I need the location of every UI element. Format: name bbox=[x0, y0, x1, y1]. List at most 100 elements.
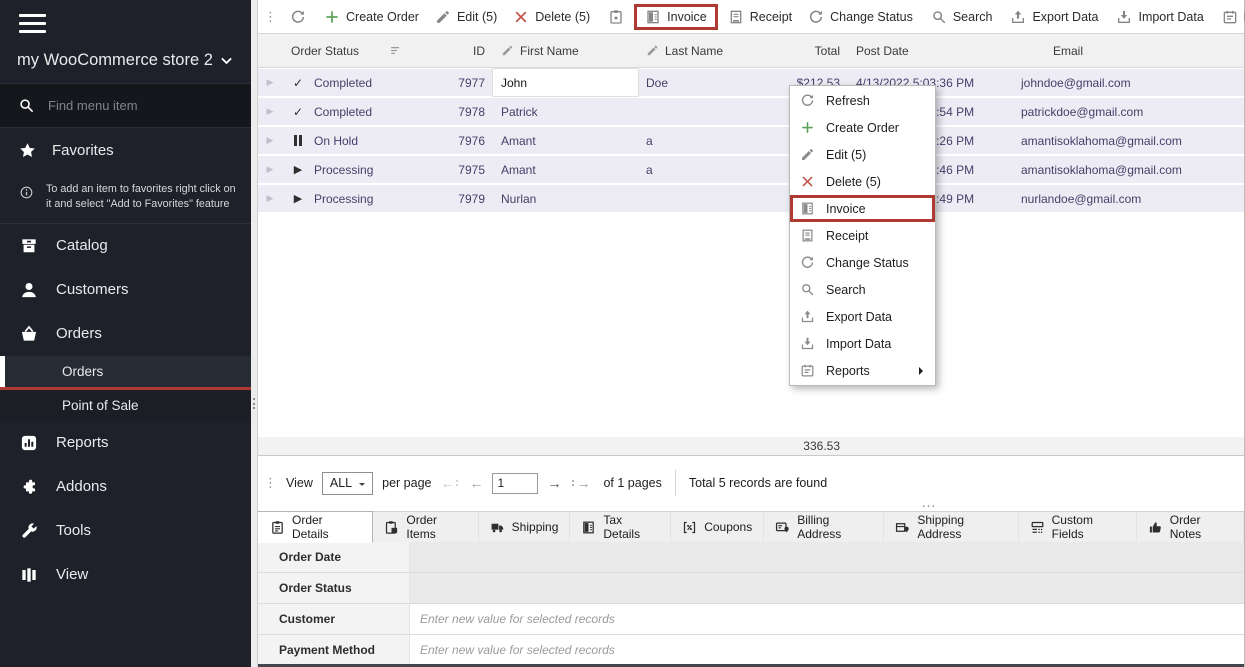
export-icon bbox=[1010, 9, 1026, 25]
prev-page-button[interactable]: ← bbox=[469, 475, 483, 491]
row-expander-icon[interactable]: ▶ bbox=[257, 127, 283, 154]
tab-custom-fields[interactable]: Custom Fields bbox=[1019, 512, 1137, 542]
tab-order-details[interactable]: Order Details bbox=[256, 511, 373, 543]
sidebar-item-catalog[interactable]: Catalog bbox=[0, 224, 251, 268]
store-selector[interactable]: my WooCommerce store 2 bbox=[0, 39, 251, 83]
pager-overflow-icon[interactable]: ⋮ bbox=[264, 475, 277, 491]
sidebar-item-customers[interactable]: Customers bbox=[0, 268, 251, 312]
next-page-button[interactable]: → bbox=[547, 475, 561, 491]
import-icon bbox=[800, 336, 815, 351]
menu-item-edit[interactable]: Edit (5) bbox=[790, 141, 935, 168]
reports-dropdown-button[interactable]: Reports bbox=[1214, 4, 1245, 30]
main-panel: ⋮ Create Order Edit (5) Delete (5) Invoi… bbox=[257, 0, 1245, 667]
order-status-field[interactable] bbox=[410, 573, 1244, 603]
sort-icon[interactable] bbox=[389, 44, 402, 57]
pager-bar: ⋮ View ALL per page ← ← → → of 1 pages T… bbox=[257, 468, 1244, 498]
table-row[interactable]: ▶ ✓Completed 7977 John Doe $212.53 4/13/… bbox=[257, 69, 1244, 96]
delete-button[interactable]: Delete (5) bbox=[505, 4, 598, 30]
sidebar-item-orders[interactable]: Orders bbox=[0, 312, 251, 356]
row-expander-icon[interactable]: ▶ bbox=[257, 98, 283, 125]
tab-shipping-address[interactable]: Shipping Address bbox=[884, 512, 1018, 542]
menu-item-search[interactable]: Search bbox=[790, 276, 935, 303]
menu-item-import-data[interactable]: Import Data bbox=[790, 330, 935, 357]
orders-icon bbox=[19, 324, 39, 344]
row-expander-icon[interactable]: ▶ bbox=[257, 156, 283, 183]
toolbar: ⋮ Create Order Edit (5) Delete (5) Invoi… bbox=[257, 0, 1244, 34]
invoice-button-highlighted[interactable]: Invoice bbox=[634, 4, 718, 30]
toolbar-overflow-icon[interactable]: ⋮ bbox=[259, 9, 282, 25]
tab-order-notes[interactable]: Order Notes bbox=[1137, 512, 1244, 542]
total-records-label: Total 5 records are found bbox=[689, 476, 827, 490]
column-header-order-status[interactable]: Order Status bbox=[283, 44, 443, 58]
menu-item-reports[interactable]: Reports bbox=[790, 357, 935, 384]
preview-button[interactable] bbox=[600, 4, 632, 30]
menu-item-delete[interactable]: Delete (5) bbox=[790, 168, 935, 195]
order-date-field[interactable] bbox=[410, 542, 1244, 572]
customer-field[interactable]: Enter new value for selected records bbox=[410, 604, 1244, 634]
table-row[interactable]: ▶ ✓Completed 7978 Patrick $17.00 4/13/20… bbox=[257, 98, 1244, 125]
menu-item-invoice-highlighted[interactable]: Invoice bbox=[790, 195, 935, 222]
sidebar-item-reports[interactable]: Reports bbox=[0, 421, 251, 465]
sidebar-subitem-orders[interactable]: Orders bbox=[0, 356, 251, 387]
search-button[interactable]: Search bbox=[923, 4, 1001, 30]
column-header-email[interactable]: Email bbox=[1013, 44, 1244, 58]
column-header-total[interactable]: Total bbox=[778, 44, 848, 58]
payment-method-field[interactable]: Enter new value for selected records bbox=[410, 635, 1244, 665]
column-header-id[interactable]: ID bbox=[443, 44, 493, 58]
create-order-button[interactable]: Create Order bbox=[316, 4, 427, 30]
menu-item-refresh[interactable]: Refresh bbox=[790, 87, 935, 114]
splitter-grip-icon bbox=[253, 398, 255, 409]
first-name-cell-editing[interactable]: John bbox=[493, 69, 638, 96]
panel-resize-handle-icon[interactable]: … bbox=[921, 494, 938, 511]
column-header-last-name[interactable]: Last Name bbox=[638, 44, 778, 58]
sidebar-item-tools[interactable]: Tools bbox=[0, 509, 251, 553]
column-header-first-name[interactable]: First Name bbox=[493, 44, 638, 58]
store-title: my WooCommerce store 2 bbox=[17, 51, 213, 70]
menu-item-export-data[interactable]: Export Data bbox=[790, 303, 935, 330]
sidebar-item-view[interactable]: View bbox=[0, 553, 251, 597]
chevron-down-icon bbox=[218, 52, 235, 69]
sidebar-search[interactable]: Find menu item bbox=[0, 84, 251, 127]
menu-item-change-status[interactable]: Change Status bbox=[790, 249, 935, 276]
page-size-select[interactable]: ALL bbox=[322, 472, 373, 495]
page-number-input[interactable] bbox=[492, 473, 538, 494]
receipt-icon bbox=[728, 9, 744, 25]
last-page-button[interactable]: → bbox=[570, 475, 590, 491]
form-row-customer: Customer Enter new value for selected re… bbox=[257, 604, 1244, 635]
row-expander-icon[interactable]: ▶ bbox=[257, 185, 283, 212]
first-page-button[interactable]: ← bbox=[440, 475, 460, 491]
import-data-button[interactable]: Import Data bbox=[1108, 4, 1211, 30]
tab-billing-address[interactable]: Billing Address bbox=[764, 512, 884, 542]
sidebar-subitem-point-of-sale[interactable]: Point of Sale bbox=[0, 390, 251, 421]
form-row-order-date: Order Date bbox=[257, 542, 1244, 573]
box-pin-icon bbox=[895, 520, 910, 535]
tools-icon bbox=[19, 521, 39, 541]
receipt-button[interactable]: Receipt bbox=[720, 4, 800, 30]
column-header-post-date[interactable]: Post Date bbox=[848, 44, 1013, 58]
tab-order-items[interactable]: Order Items bbox=[373, 512, 478, 542]
table-row[interactable]: ▶ ▶Processing 7979 Nurlan $66.00 4/13/20… bbox=[257, 185, 1244, 212]
export-icon bbox=[800, 309, 815, 324]
tab-shipping[interactable]: Shipping bbox=[479, 512, 571, 542]
edit-button[interactable]: Edit (5) bbox=[427, 4, 505, 30]
hamburger-menu-icon[interactable] bbox=[0, 0, 251, 33]
change-status-button[interactable]: Change Status bbox=[800, 4, 921, 30]
menu-item-create-order[interactable]: Create Order bbox=[790, 114, 935, 141]
caret-down-icon bbox=[359, 483, 365, 489]
export-data-button[interactable]: Export Data bbox=[1002, 4, 1106, 30]
pencil-icon bbox=[435, 9, 451, 25]
sidebar-splitter[interactable] bbox=[251, 0, 258, 667]
menu-item-receipt[interactable]: Receipt bbox=[790, 222, 935, 249]
sidebar-item-favorites[interactable]: Favorites bbox=[0, 128, 251, 173]
refresh-button[interactable] bbox=[282, 4, 314, 30]
tab-coupons[interactable]: Coupons bbox=[671, 512, 764, 542]
row-expander-icon[interactable]: ▶ bbox=[257, 69, 283, 96]
reports-icon bbox=[1222, 9, 1238, 25]
clipboard-box-icon bbox=[384, 520, 399, 535]
tab-tax-details[interactable]: Tax Details bbox=[570, 512, 671, 542]
pages-count-label: of 1 pages bbox=[603, 476, 661, 490]
table-row[interactable]: ▶ On Hold 7976 Amant a $24.00 4/13/2022 … bbox=[257, 127, 1244, 154]
sidebar-item-addons[interactable]: Addons bbox=[0, 465, 251, 509]
favorites-label: Favorites bbox=[52, 142, 114, 159]
table-row[interactable]: ▶ ▶Processing 7975 Amant a $17.00 4/13/2… bbox=[257, 156, 1244, 183]
